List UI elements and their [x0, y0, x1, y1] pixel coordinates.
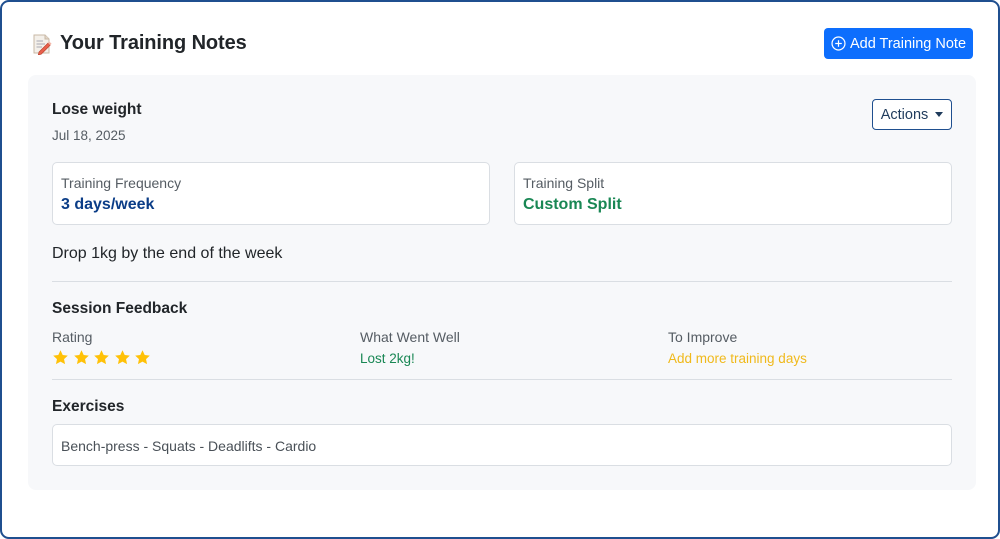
plus-circle-icon	[831, 36, 846, 51]
rating-column: Rating	[52, 329, 155, 366]
training-split-label: Training Split	[523, 175, 605, 191]
star-rating	[52, 349, 155, 366]
rating-label: Rating	[52, 329, 93, 345]
training-frequency-value: 3 days/week	[61, 196, 155, 213]
star-icon	[53, 350, 68, 365]
star-icon	[135, 350, 150, 365]
star-icon	[73, 350, 89, 365]
divider	[52, 281, 952, 282]
training-frequency-box: Training Frequency 3 days/week	[52, 162, 490, 225]
went-well-value: Lost 2kg!	[360, 351, 415, 366]
app-window: Your Training Notes Add Training Note Lo…	[0, 0, 1000, 539]
add-training-note-label: Add Training Note	[849, 35, 967, 52]
session-feedback-title: Session Feedback	[52, 300, 188, 317]
training-note-card: Lose weight Jul 18, 2025 Actions Trainin…	[28, 75, 976, 490]
to-improve-column: To Improve Add more training days	[668, 329, 807, 366]
exercises-list: Bench-press - Squats - Deadlifts - Cardi…	[61, 438, 317, 454]
exercises-title: Exercises	[52, 398, 125, 415]
training-split-value: Custom Split	[523, 196, 622, 213]
actions-label: Actions	[880, 106, 929, 123]
training-split-box: Training Split Custom Split	[514, 162, 952, 225]
star-icon	[114, 350, 130, 365]
exercises-box: Bench-press - Squats - Deadlifts - Cardi…	[52, 424, 952, 466]
caret-down-icon	[935, 112, 944, 117]
went-well-label: What Went Well	[360, 329, 460, 345]
to-improve-value: Add more training days	[668, 351, 807, 366]
note-goal-text: Drop 1kg by the end of the week	[52, 245, 283, 262]
page-header: Your Training Notes Add Training Note	[32, 28, 973, 60]
note-date: Jul 18, 2025	[52, 128, 126, 143]
actions-dropdown-button[interactable]: Actions	[872, 99, 952, 130]
went-well-column: What Went Well Lost 2kg!	[360, 329, 460, 366]
to-improve-label: To Improve	[668, 329, 738, 345]
title-group: Your Training Notes	[32, 32, 247, 55]
divider	[52, 379, 952, 380]
training-frequency-label: Training Frequency	[61, 175, 182, 191]
page-title: Your Training Notes	[60, 32, 247, 54]
memo-icon	[32, 33, 52, 55]
note-title: Lose weight	[52, 101, 142, 118]
star-icon	[94, 350, 109, 365]
add-training-note-button[interactable]: Add Training Note	[824, 28, 973, 59]
